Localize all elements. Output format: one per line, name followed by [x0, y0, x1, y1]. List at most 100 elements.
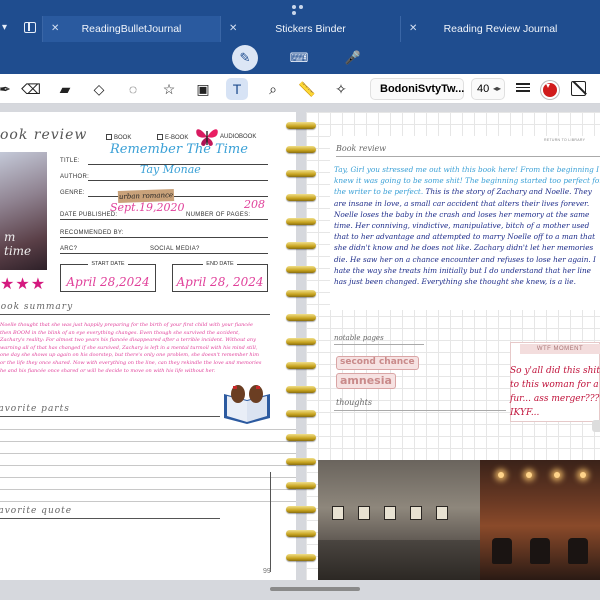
- author-value[interactable]: Tay Monae: [140, 163, 201, 176]
- tab-reading-review-journal[interactable]: ✕ Reading Review Journal: [400, 16, 600, 42]
- sidebar-icon[interactable]: [24, 22, 36, 33]
- book-cover-image[interactable]: m time: [0, 152, 47, 270]
- title-value[interactable]: Remember The Time: [110, 142, 248, 157]
- ring: [286, 146, 316, 153]
- spiral-binding: [286, 120, 316, 580]
- format-label: E-BOOK: [165, 135, 189, 141]
- font-size: 40: [477, 83, 490, 95]
- tab-left-controls: ▾: [0, 16, 42, 42]
- return-to-library-link[interactable]: RETURN TO LIBRARY: [544, 138, 585, 142]
- pen-mode-icon[interactable]: ✎: [232, 45, 258, 71]
- favorite-parts-heading: favorite parts: [0, 404, 70, 414]
- eraser-icon[interactable]: ⌫: [20, 78, 42, 100]
- format-audiobook-checkbox[interactable]: AUDIOBOOK: [220, 134, 256, 140]
- review-text[interactable]: Tay, Girl you stressed me out with this …: [334, 164, 600, 287]
- end-date-label: END DATE: [173, 261, 267, 267]
- shapes-icon[interactable]: ◇: [88, 78, 110, 100]
- tab-bar: ▾ ✕ ReadingBulletJournal ✕ Stickers Bind…: [0, 0, 600, 42]
- published-value[interactable]: Sept.19,2020: [110, 201, 185, 214]
- format-label: BOOK: [114, 135, 132, 141]
- arc-label: ARC?: [60, 246, 78, 252]
- gallery-photo[interactable]: [318, 460, 480, 580]
- summary-text[interactable]: Noelle thought that she was just happily…: [0, 322, 262, 375]
- frame-art: [358, 506, 370, 520]
- amnesia-sticker[interactable]: amnesia: [336, 373, 396, 389]
- review-heading: Book review: [336, 144, 387, 153]
- favorite-quote-line: [0, 518, 220, 519]
- ring: [286, 362, 316, 369]
- format-book-checkbox[interactable]: BOOK: [106, 134, 131, 141]
- genre-label: GENRE:: [60, 190, 85, 196]
- input-mode-bar: ✎ ⌨ 🎤: [0, 42, 600, 74]
- ruler-icon[interactable]: 📏: [296, 78, 318, 100]
- start-date-value[interactable]: April 28,2024: [61, 275, 155, 289]
- right-page[interactable]: Book review RETURN TO LIBRARY Tay, Girl …: [306, 112, 600, 580]
- text-box-icon[interactable]: T: [226, 78, 248, 100]
- image-icon[interactable]: ▣: [192, 78, 214, 100]
- color-picker[interactable]: [541, 81, 559, 99]
- frame-art: [410, 506, 422, 520]
- tab-reading-bullet-journal[interactable]: ✕ ReadingBulletJournal: [42, 16, 220, 42]
- end-date-box[interactable]: END DATE April 28, 2024: [172, 261, 268, 292]
- end-date-value[interactable]: April 28, 2024: [173, 275, 267, 289]
- ring: [286, 290, 316, 297]
- ring: [286, 410, 316, 417]
- font-selector[interactable]: BodoniSvtyTw...: [370, 78, 464, 100]
- social-label: SOCIAL MEDIA?: [150, 246, 200, 252]
- text-box-border-icon[interactable]: [571, 81, 586, 96]
- multitask-dots[interactable]: [290, 4, 310, 15]
- microphone-icon[interactable]: 🎤: [340, 45, 366, 71]
- image-search-icon[interactable]: ⌕: [262, 78, 284, 100]
- review-heading-line: [336, 156, 600, 157]
- tab-label: Stickers Binder: [275, 23, 346, 35]
- pages-label: NUMBER OF PAGES:: [186, 212, 251, 218]
- sticker-icon[interactable]: ☆: [158, 78, 180, 100]
- ring: [286, 554, 316, 561]
- favorite-parts-lines[interactable]: [0, 418, 296, 502]
- scroll-handle[interactable]: [592, 420, 600, 432]
- font-size-selector[interactable]: 40 ◂▸: [471, 78, 505, 100]
- horizontal-scroll-indicator[interactable]: [270, 587, 360, 591]
- wtf-moment-text[interactable]: So y'all did this shit to this woman for…: [510, 364, 600, 420]
- published-label: DATE PUBLISHED:: [60, 212, 118, 218]
- favorite-quote-heading: favorite quote: [0, 506, 73, 516]
- tab-label: Reading Review Journal: [443, 23, 558, 35]
- keyboard-icon[interactable]: ⌨: [286, 45, 312, 71]
- lasso-icon[interactable]: ◌: [122, 78, 144, 100]
- reading-girl-sticker[interactable]: [218, 380, 276, 426]
- barber-chair: [568, 538, 588, 564]
- tab-stickers-binder[interactable]: ✕ Stickers Binder: [220, 16, 400, 42]
- ring: [286, 458, 316, 465]
- summary-heading: book summary: [0, 302, 74, 312]
- thoughts-line: [334, 410, 506, 411]
- summary-line: [0, 314, 270, 315]
- ring: [286, 194, 316, 201]
- recommended-label: RECOMMENDED BY:: [60, 230, 124, 236]
- pen-icon[interactable]: ✒: [0, 78, 16, 100]
- ring: [286, 170, 316, 177]
- ring: [286, 266, 316, 273]
- arc-line: [60, 253, 268, 254]
- text-align-icon[interactable]: [516, 83, 530, 95]
- left-page[interactable]: book review BOOK E-BOOK AUDIOBOOK mtime …: [0, 112, 296, 580]
- pendant-light: [526, 472, 532, 478]
- second-chance-sticker[interactable]: second chance: [336, 356, 419, 370]
- font-name: BodoniSvtyTw...: [380, 83, 465, 95]
- pendant-light: [498, 472, 504, 478]
- barbershop-photo[interactable]: [480, 460, 600, 580]
- highlighter-icon[interactable]: ▰: [54, 78, 76, 100]
- chevron-down-icon[interactable]: ▾: [2, 22, 7, 33]
- star-rating[interactable]: ★★★: [0, 274, 46, 294]
- pages-value[interactable]: 208: [244, 198, 265, 211]
- chevron-icon: ◂▸: [492, 84, 501, 93]
- page-number: 99: [263, 568, 271, 575]
- ring: [286, 386, 316, 393]
- ring: [286, 218, 316, 225]
- laser-pointer-icon[interactable]: ✧: [330, 78, 352, 100]
- author-line: [88, 180, 268, 181]
- genre-line: [88, 196, 268, 197]
- tab-label: ReadingBulletJournal: [81, 23, 182, 35]
- format-ebook-checkbox[interactable]: E-BOOK: [157, 134, 188, 141]
- start-date-box[interactable]: START DATE April 28,2024: [60, 261, 156, 292]
- thoughts-heading: thoughts: [336, 398, 372, 407]
